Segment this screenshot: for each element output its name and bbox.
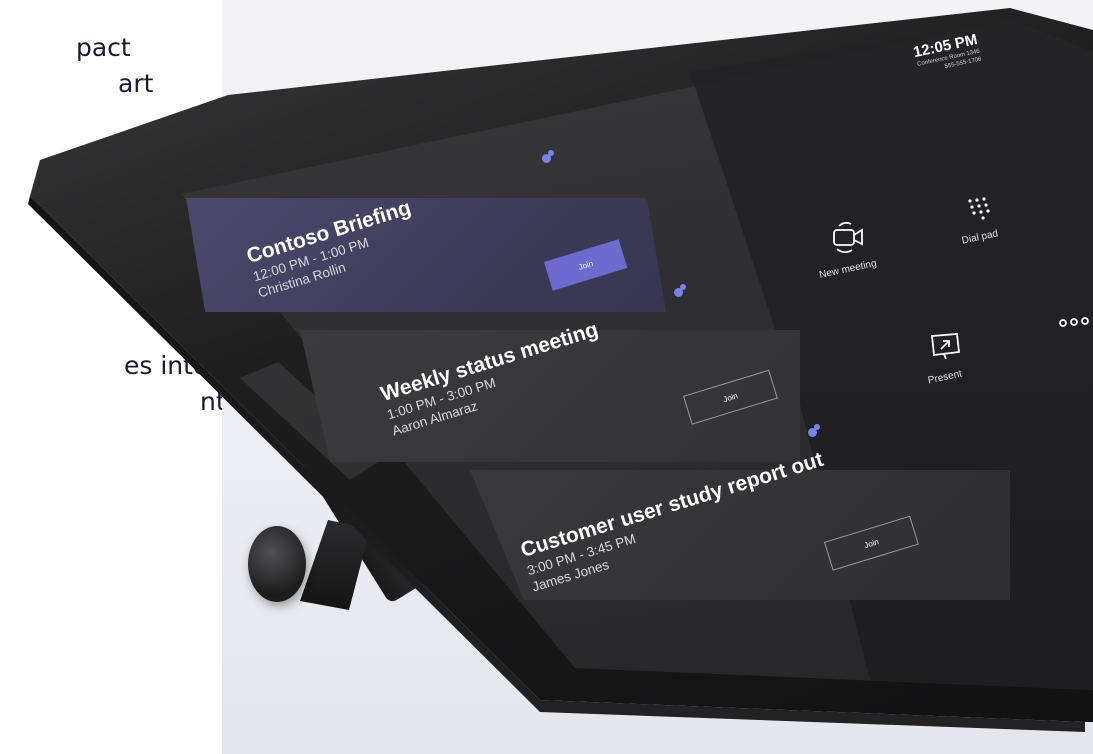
copy-line: art (118, 69, 154, 98)
copy-line: es into (124, 351, 209, 380)
dial-pad-tile[interactable]: Dial pad (940, 196, 1020, 247)
teams-icon (672, 284, 686, 298)
video-camera-icon (808, 220, 888, 254)
teams-icon (540, 150, 554, 164)
new-meeting-tile[interactable]: New meeting (808, 220, 888, 281)
dial-pad-icon (940, 196, 1020, 222)
present-tile[interactable]: Present (900, 332, 990, 386)
copy-line: pact (76, 33, 131, 62)
more-options-button[interactable] (1058, 316, 1093, 328)
teams-icon (806, 424, 820, 438)
device-stand-knob (248, 526, 306, 602)
background-copy: pact art es into nt. (0, 0, 240, 754)
present-screen-icon (900, 332, 990, 362)
more-options-icon (1058, 316, 1093, 328)
